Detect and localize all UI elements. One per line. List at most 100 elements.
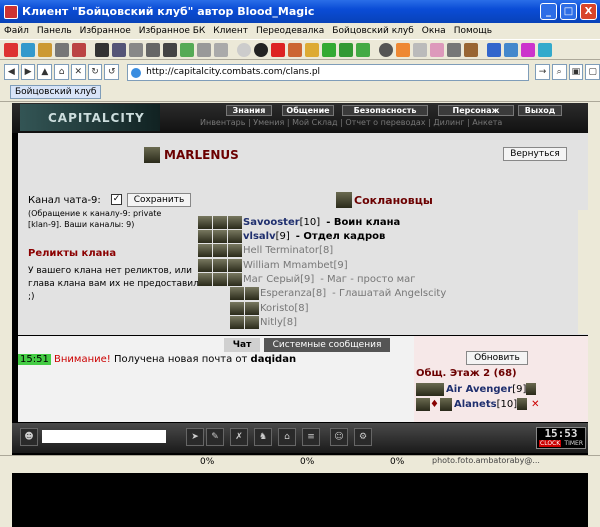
sub-navigation[interactable]: Инвентарь | Умения | Мой Склад | Отчет о… bbox=[200, 118, 578, 129]
tool-icon[interactable] bbox=[504, 42, 518, 57]
tool-icon[interactable] bbox=[38, 42, 52, 57]
tool-icon[interactable] bbox=[21, 42, 35, 57]
tool-icon[interactable] bbox=[487, 42, 501, 57]
clan-member-row[interactable]: Esperanza [8] - Глашатай Angelscity bbox=[230, 286, 446, 300]
forward-icon[interactable]: ▶ bbox=[20, 64, 36, 80]
tool-icon[interactable] bbox=[379, 42, 393, 57]
member-name[interactable]: Koristo bbox=[260, 303, 294, 314]
fight-icon[interactable]: ✕ bbox=[531, 399, 539, 410]
tool-icon[interactable] bbox=[396, 42, 410, 57]
tool-icon[interactable] bbox=[214, 42, 228, 57]
menu-favorites[interactable]: Избранное bbox=[80, 26, 131, 36]
info-icon[interactable] bbox=[517, 398, 528, 410]
tool-icon[interactable] bbox=[112, 42, 126, 57]
tool-icon[interactable] bbox=[305, 42, 319, 57]
info-icon[interactable] bbox=[526, 383, 537, 395]
clear-icon[interactable]: ✗ bbox=[230, 428, 248, 446]
close-button[interactable]: X bbox=[580, 3, 597, 20]
config-icon[interactable]: ⚙ bbox=[354, 428, 372, 446]
menu-dressing[interactable]: Переодевалка bbox=[256, 26, 324, 36]
clan-member-row[interactable]: Savooster [10] - Воин клана bbox=[198, 215, 400, 229]
member-name[interactable]: Маг Серый bbox=[243, 274, 300, 285]
save-button[interactable]: Сохранить bbox=[127, 193, 191, 207]
online-user-row[interactable]: ♦ Alanets [10] ✕ bbox=[416, 397, 539, 411]
refresh2-icon[interactable]: ↺ bbox=[104, 64, 120, 80]
member-name[interactable]: Hell Terminator bbox=[243, 245, 319, 256]
content-scrollbar[interactable] bbox=[578, 210, 588, 334]
minimize-button[interactable]: _ bbox=[540, 3, 557, 20]
tool-icon[interactable] bbox=[464, 42, 478, 57]
menu-fight-club[interactable]: Бойцовский клуб bbox=[332, 26, 413, 36]
tool-icon[interactable] bbox=[288, 42, 302, 57]
menu-panel[interactable]: Панель bbox=[37, 26, 72, 36]
chat-channel-checkbox[interactable]: ✓ bbox=[111, 194, 122, 205]
member-name[interactable]: William Mmambet bbox=[243, 260, 334, 271]
maximize-button[interactable]: □ bbox=[560, 3, 577, 20]
message-sender[interactable]: daqidan bbox=[251, 354, 297, 365]
clan-member-row[interactable]: Hell Terminator [8] bbox=[198, 243, 339, 257]
tool-icon[interactable] bbox=[430, 42, 444, 57]
clan-member-row[interactable]: William Mmambet [9] bbox=[198, 258, 354, 272]
smile-icon[interactable]: ☺ bbox=[330, 428, 348, 446]
stop-icon[interactable]: ✕ bbox=[70, 64, 86, 80]
refresh-icon[interactable]: ↻ bbox=[87, 64, 103, 80]
chat-input[interactable] bbox=[42, 430, 166, 443]
member-name[interactable]: Nitly bbox=[260, 317, 283, 328]
tool-icon[interactable] bbox=[95, 42, 109, 57]
menu-file[interactable]: Файл bbox=[4, 26, 29, 36]
tool-icon[interactable] bbox=[322, 42, 336, 57]
user-name[interactable]: Alanets bbox=[454, 399, 497, 410]
member-name[interactable]: Esperanza bbox=[260, 288, 312, 299]
tool-icon[interactable] bbox=[521, 42, 535, 57]
tool-icon[interactable] bbox=[197, 42, 211, 57]
tool-icon[interactable] bbox=[72, 42, 86, 57]
up-icon[interactable]: ▲ bbox=[37, 64, 53, 80]
options-icon[interactable]: ≡ bbox=[302, 428, 320, 446]
tool-icon[interactable] bbox=[538, 42, 552, 57]
fighter-icon[interactable]: ♞ bbox=[254, 428, 272, 446]
nav-communication[interactable]: Общение bbox=[282, 105, 334, 116]
tool-icon[interactable] bbox=[447, 42, 461, 57]
tool-icon[interactable] bbox=[146, 42, 160, 57]
tab-fight-club[interactable]: Бойцовский клуб bbox=[10, 85, 102, 99]
tool-icon[interactable] bbox=[55, 42, 69, 57]
clan-member-row[interactable]: vlsalv [9] - Отдел кадров bbox=[198, 229, 385, 243]
clan-member-row[interactable]: Koristo [8] bbox=[230, 301, 315, 315]
zoom-icon[interactable]: ▣ bbox=[568, 64, 584, 80]
back-icon[interactable]: ◀ bbox=[4, 64, 19, 80]
heart-icon[interactable] bbox=[271, 42, 285, 57]
nav-knowledge[interactable]: Знания bbox=[226, 105, 272, 116]
tool-icon[interactable] bbox=[180, 42, 194, 57]
home-icon[interactable]: ⌂ bbox=[54, 64, 69, 80]
edit-icon[interactable]: ✎ bbox=[206, 428, 224, 446]
tab-system-messages[interactable]: Системные сообщения bbox=[264, 338, 390, 352]
tool-icon[interactable] bbox=[129, 42, 143, 57]
return-button[interactable]: Вернуться bbox=[503, 147, 567, 161]
url-field[interactable]: http://capitalcity.combats.com/clans.pl bbox=[127, 63, 530, 81]
nav-character[interactable]: Персонаж bbox=[438, 105, 514, 116]
clan-member-row[interactable]: Маг Серый [9] - Маг - просто маг bbox=[198, 272, 416, 286]
tool-icon[interactable] bbox=[163, 42, 177, 57]
nav-exit[interactable]: Выход bbox=[518, 105, 562, 116]
send-icon[interactable]: ➤ bbox=[186, 428, 204, 446]
menu-favorites-bk[interactable]: Избранное БК bbox=[139, 26, 206, 36]
chat-mode-icon[interactable]: ☻ bbox=[20, 428, 38, 446]
tab-chat[interactable]: Чат bbox=[224, 338, 260, 352]
search-icon[interactable]: ⌕ bbox=[551, 64, 567, 80]
menu-windows[interactable]: Окна bbox=[422, 26, 446, 36]
tool-icon[interactable] bbox=[413, 42, 427, 57]
menu-client[interactable]: Клиент bbox=[213, 26, 248, 36]
tool-icon[interactable] bbox=[356, 42, 370, 57]
menu-help[interactable]: Помощь bbox=[454, 26, 492, 36]
clan-member-row[interactable]: Nitly [8] bbox=[230, 315, 303, 329]
tool-icon[interactable] bbox=[339, 42, 353, 57]
tool-icon[interactable] bbox=[4, 42, 18, 57]
filter-icon[interactable]: ⌂ bbox=[278, 428, 296, 446]
member-name[interactable]: vlsalv bbox=[243, 231, 276, 242]
nav-security[interactable]: Безопасность bbox=[342, 105, 428, 116]
clock-icon[interactable] bbox=[237, 42, 251, 57]
online-user-row[interactable]: Air Avenger [9] bbox=[416, 382, 537, 396]
go-icon[interactable]: → bbox=[535, 64, 550, 80]
user-name[interactable]: Air Avenger bbox=[446, 384, 512, 395]
bomb-icon[interactable] bbox=[254, 42, 268, 57]
